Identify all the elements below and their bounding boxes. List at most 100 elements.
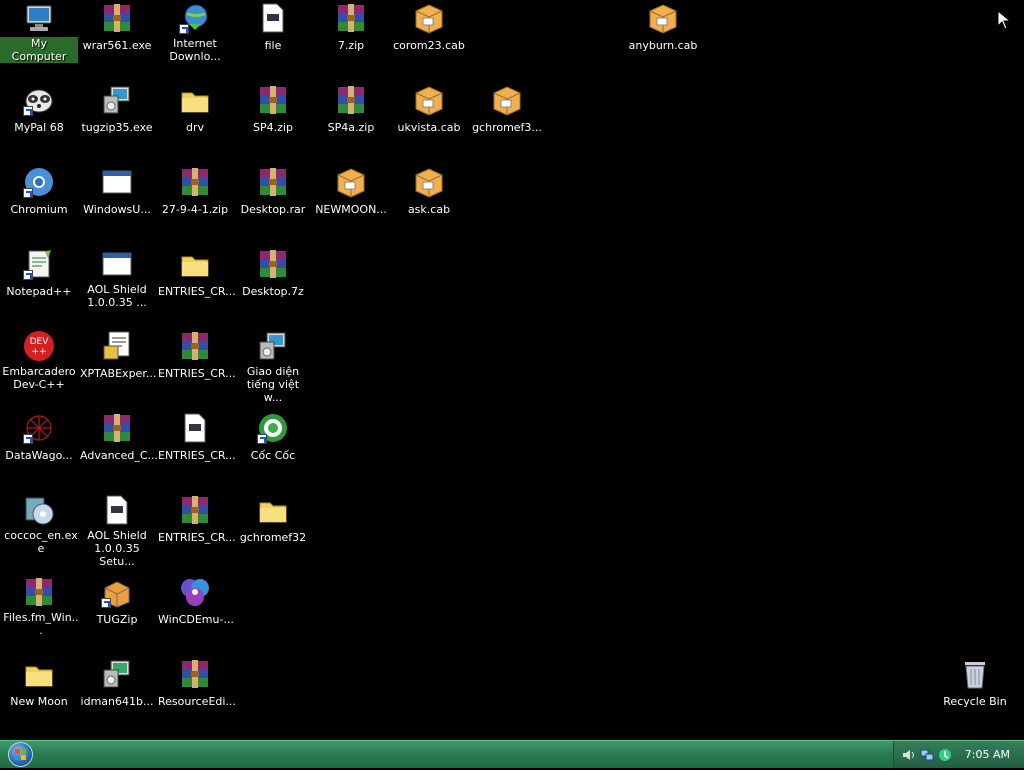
desktop-icon-aol-shield-setup[interactable]: AOL Shield 1.0.0.35 Setu... [78,492,156,569]
desktop-icon-my-computer[interactable]: My Computer [0,0,78,64]
generic-file-icon [257,2,289,34]
desktop-icon-label: ResourceEdi... [158,695,236,708]
desktop-icon-label: gchromef3... [472,121,542,134]
update-icon[interactable] [938,747,952,761]
cab-box-icon [491,84,523,116]
desktop-icon-filesfm[interactable]: Files.fm_Win... [0,574,79,638]
desktop-icon-label: SP4.zip [253,121,293,134]
desktop-icon-chromium[interactable]: Chromium [0,164,78,217]
desktop-icon-desktop-rar[interactable]: Desktop.rar [234,164,312,217]
desktop-icon-label: corom23.cab [393,39,465,52]
taskbar: 7:05 AM [0,740,1024,768]
desktop-icon-corom23-cab[interactable]: corom23.cab [390,0,468,53]
desktop-icon-idman[interactable]: idman641b... [78,656,156,709]
desktop-icon-gchromef32[interactable]: gchromef32 [234,492,312,545]
desktop-icon-label: DataWago... [5,449,73,462]
window-app-icon [101,166,133,198]
installer-monitor-icon [257,330,289,362]
desktop-icon-label: SP4a.zip [327,121,375,134]
desktop-icon-anyburn-cab[interactable]: anyburn.cab [624,0,702,53]
speaker-icon[interactable] [902,747,916,761]
desktop-icon-entries-cr-archive-1[interactable]: ENTRIES_CR... [156,328,236,381]
cab-box-icon [335,166,367,198]
winrar-archive-icon [179,166,211,198]
desktop-icon-new-moon[interactable]: New Moon [0,656,78,709]
desktop-icon-mypal[interactable]: MyPal 68 [0,82,78,135]
shortcut-arrow-icon [101,598,111,608]
desktop-icon-resourceedi[interactable]: ResourceEdi... [156,656,236,709]
desktop-icon-label: XPTABExper... [80,367,157,380]
desktop-icon-xptabexper[interactable]: XPTABExper... [78,328,156,381]
desktop-icon-desktop-7z[interactable]: Desktop.7z [234,246,312,299]
installer-cd-icon [23,494,55,526]
desktop-icon-ask-cab[interactable]: ask.cab [390,164,468,217]
desktop-icon-newmoon-cab[interactable]: NEWMOON... [312,164,390,217]
generic-file-icon [179,412,211,444]
desktop-icon-sp4a-zip[interactable]: SP4a.zip [312,82,390,135]
desktop-icon-windowsu[interactable]: WindowsU... [78,164,156,217]
start-button[interactable] [8,742,33,767]
desktop-icon-label: 27-9-4-1.zip [161,203,229,216]
desktop-icon-label: New Moon [10,695,68,708]
desktop-icon-label: anyburn.cab [628,39,698,52]
winrar-archive-icon [179,330,211,362]
desktop-icon-wincdemu[interactable]: WinCDEmu-... [156,574,234,627]
folder-icon [179,248,211,280]
winrar-archive-icon [257,84,289,116]
taskbar-clock[interactable]: 7:05 AM [965,748,1010,761]
desktop-icon-file[interactable]: file [234,0,312,53]
winrar-archive-icon [179,494,211,526]
desktop-icon-aol-shield[interactable]: AOL Shield 1.0.0.35 ... [78,246,156,310]
desktop-icon-label: Giao diện tiếng việt w... [246,365,300,404]
desktop-icon-datawago[interactable]: DataWago... [0,410,78,463]
winrar-archive-icon [257,248,289,280]
desktop-icon-label: NEWMOON... [315,203,387,216]
desktop-icon-coc-coc[interactable]: Cốc Cốc [234,410,312,463]
desktop-icon-entries-cr-file[interactable]: ENTRIES_CR... [156,410,236,463]
desktop-icon-drv[interactable]: drv [156,82,234,135]
desktop-icon-label: AOL Shield 1.0.0.35 Setu... [87,529,147,568]
desktop-icon-7-zip[interactable]: 7.zip [312,0,390,53]
recycle-bin-icon [959,658,991,690]
network-icon[interactable] [920,747,934,761]
shortcut-arrow-icon [23,434,33,444]
desktop-icon-label: Chromium [10,203,68,216]
desktop-icon-label: Embarcadero Dev-C++ [2,365,76,391]
desktop-icon-notepadpp[interactable]: Notepad++ [0,246,78,299]
desktop-icon-entries-cr-archive-2[interactable]: ENTRIES_CR... [156,492,236,545]
shortcut-arrow-icon [257,434,267,444]
cd-discs-icon [179,576,211,608]
desktop-icon-gchromef3-cab[interactable]: gchromef3... [468,82,546,135]
desktop-icon-tugzip35[interactable]: tugzip35.exe [78,82,156,135]
desktop-icon-label: ask.cab [407,203,451,216]
desktop-icon-wrar561[interactable]: wrar561.exe [78,0,156,53]
desktop-icon-advanced-c[interactable]: Advanced_C... [78,410,158,463]
cab-box-icon [413,84,445,116]
desktop-icon-label: ENTRIES_CR... [158,285,236,298]
desktop-icon-label: ukvista.cab [397,121,461,134]
shortcut-arrow-icon [23,188,33,198]
desktop-icon-sp4-zip[interactable]: SP4.zip [234,82,312,135]
desktop-icon-coccoc-exe[interactable]: coccoc_en.exe [0,492,78,556]
desktop-icon-tugzip[interactable]: TUGZip [78,574,156,627]
window-app-icon [101,248,133,280]
desktop-icon-27-9-4-1-zip[interactable]: 27-9-4-1.zip [156,164,234,217]
desktop-icon-label: WinCDEmu-... [158,613,234,626]
installer-monitor-icon [101,658,133,690]
desktop-icon-entries-cr-folder[interactable]: ENTRIES_CR... [156,246,236,299]
desktop-icon-idm[interactable]: Internet Downlo... [156,0,234,64]
desktop-icon-label: MyPal 68 [14,121,64,134]
desktop-icon-label: AOL Shield 1.0.0.35 ... [87,283,147,309]
folder-icon [23,658,55,690]
generic-file-icon [101,494,133,526]
desktop-icon-giao-dien[interactable]: Giao diện tiếng việt w... [234,328,312,405]
coccoc-browser-icon [257,412,289,444]
desktop-icon-ukvista-cab[interactable]: ukvista.cab [390,82,468,135]
desktop-icon-label: 7.zip [337,39,365,52]
winrar-archive-icon [335,2,367,34]
desktop-icon-recycle-bin[interactable]: Recycle Bin [936,656,1014,709]
desktop-icon-label: idman641b... [80,695,154,708]
desktop-icon-devcpp[interactable]: DEV ++ Embarcadero Dev-C++ [0,328,78,392]
mouse-cursor-icon [997,9,1012,34]
dev-cpp-icon: DEV ++ [23,330,55,362]
